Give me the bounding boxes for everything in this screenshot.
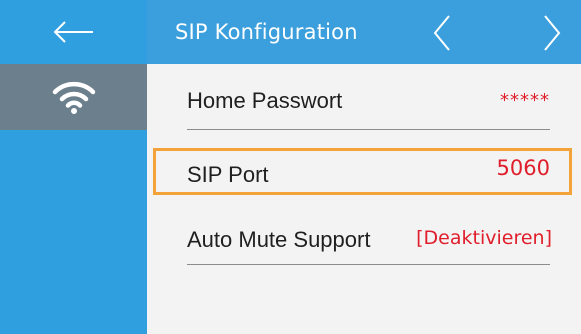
setting-row-sip-port[interactable]: SIP Port 5060 <box>187 156 550 189</box>
header-bar: SIP Konfiguration <box>147 0 581 64</box>
setting-label: Home Passwort <box>187 88 343 113</box>
divider <box>187 129 550 130</box>
setting-value: ***** <box>500 90 550 111</box>
next-page-button[interactable] <box>533 14 569 52</box>
setting-value: 5060 <box>496 156 550 180</box>
page-title: SIP Konfiguration <box>175 20 358 44</box>
sidebar <box>0 0 147 334</box>
sidebar-item-wifi[interactable] <box>0 64 147 130</box>
arrow-left-icon <box>53 21 93 43</box>
setting-row-auto-mute[interactable]: Auto Mute Support [Deaktivieren] <box>187 227 552 257</box>
setting-label: Auto Mute Support <box>187 227 371 252</box>
setting-row-home-password[interactable]: Home Passwort ***** <box>187 86 550 116</box>
previous-page-button[interactable] <box>425 14 461 52</box>
chevron-left-icon <box>433 15 450 51</box>
wifi-icon <box>52 81 95 114</box>
chevron-right-icon <box>544 15 561 51</box>
divider <box>187 264 550 265</box>
back-button[interactable] <box>0 0 147 64</box>
setting-value: [Deaktivieren] <box>416 227 552 249</box>
setting-label: SIP Port <box>187 162 269 187</box>
sip-config-screen: SIP Konfiguration Home Passwort ***** SI… <box>0 0 581 334</box>
